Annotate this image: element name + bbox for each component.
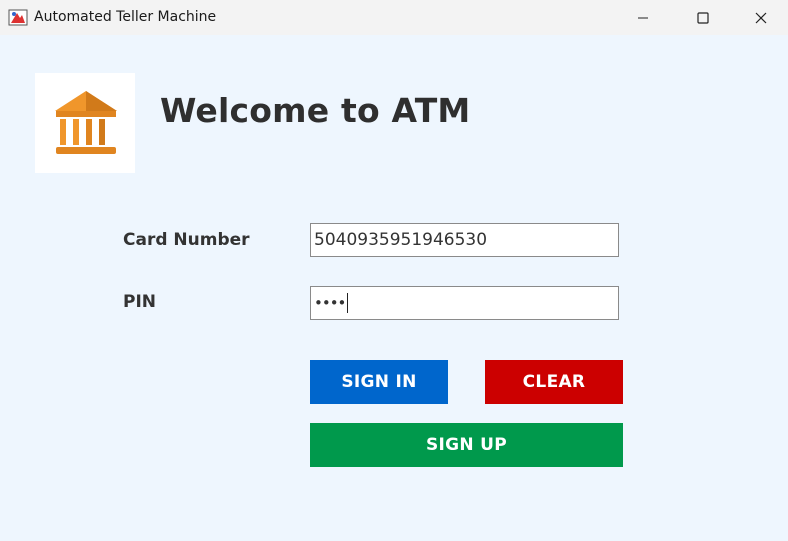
pin-input[interactable]: ••••	[310, 286, 619, 320]
window-title: Automated Teller Machine	[34, 9, 217, 25]
java-app-icon	[8, 7, 28, 27]
logo	[35, 73, 135, 173]
atm-login-panel: Welcome to ATM Card Number 5040935951946…	[0, 35, 788, 541]
card-number-value: 5040935951946530	[314, 230, 488, 250]
title-bar: Automated Teller Machine	[0, 0, 788, 35]
close-button[interactable]	[732, 0, 788, 35]
text-caret	[347, 293, 349, 313]
minimize-icon	[638, 17, 648, 18]
pin-label: PIN	[123, 292, 157, 312]
bank-icon	[55, 91, 117, 154]
sign-in-button[interactable]: SIGN IN	[310, 360, 448, 404]
minimize-button[interactable]	[614, 0, 672, 35]
card-number-input[interactable]: 5040935951946530	[310, 223, 619, 257]
clear-button[interactable]: CLEAR	[485, 360, 623, 404]
maximize-button[interactable]	[674, 0, 732, 35]
close-icon	[755, 12, 767, 23]
welcome-heading: Welcome to ATM	[160, 91, 471, 130]
pin-masked-value: ••••	[314, 294, 346, 312]
maximize-icon	[697, 11, 709, 24]
card-number-label: Card Number	[123, 230, 250, 250]
sign-up-button[interactable]: SIGN UP	[310, 423, 623, 467]
